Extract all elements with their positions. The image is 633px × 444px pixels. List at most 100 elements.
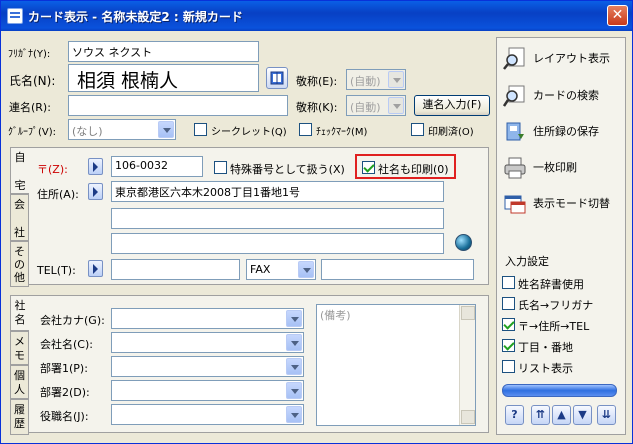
tab-company-name-char1: 社 — [14, 299, 26, 312]
tab-history-char2: 歴 — [14, 417, 25, 430]
tab-history[interactable]: 履歴 — [10, 399, 29, 435]
chevron-down-icon[interactable] — [286, 382, 302, 399]
special-number-label[interactable]: 特殊番号として扱う(X) — [230, 161, 345, 177]
honorific2-select[interactable]: (自動) — [346, 95, 406, 116]
postal-input[interactable]: 106-0032 — [111, 156, 203, 177]
last-card-button[interactable]: ⇊ — [597, 405, 616, 425]
option-chome-label[interactable]: 丁目・番地 — [518, 339, 573, 355]
address-book-icon[interactable] — [266, 67, 288, 89]
job-title-label: 役職名(J): — [40, 410, 89, 423]
chevron-down-icon[interactable] — [286, 310, 302, 327]
address-arrow-button[interactable] — [88, 183, 103, 200]
tel-arrow-button[interactable] — [88, 260, 103, 277]
job-title-select[interactable] — [111, 404, 304, 425]
last-icon: ⇊ — [601, 408, 612, 421]
dept2-label: 部署2(D): — [40, 386, 90, 399]
tel-label: TEL(T): — [37, 264, 76, 277]
renmei-input-button[interactable]: 連名入力(F) — [414, 95, 490, 116]
tab-other-char3: 他 — [14, 271, 25, 284]
chevron-down-icon[interactable] — [158, 121, 174, 138]
tab-memo[interactable]: メモ — [10, 331, 29, 365]
first-icon: ⇈ — [535, 408, 546, 421]
card-search-label: カードの検索 — [533, 89, 599, 102]
print-company-label[interactable]: 社名も印刷(0) — [378, 161, 449, 177]
renmei-label: 連名(R): — [9, 101, 51, 114]
special-number-checkbox[interactable] — [214, 161, 227, 174]
option-name-kana-label[interactable]: 氏名→フリガナ — [518, 297, 593, 313]
close-button[interactable]: ✕ — [607, 5, 628, 26]
chevron-down-icon[interactable] — [286, 358, 302, 375]
tab-home[interactable]: 自宅 — [10, 147, 29, 194]
tab-home-char2: 宅 — [14, 179, 26, 192]
option-chome-checkbox[interactable] — [502, 339, 515, 352]
option-name-dict-label[interactable]: 姓名辞書使用 — [518, 276, 584, 292]
option-postal-address-label[interactable]: 〒→住所→TEL — [518, 318, 589, 334]
chevron-down-icon[interactable] — [286, 334, 302, 351]
fax-type-select[interactable]: FAX — [246, 259, 316, 280]
honorific1-select[interactable]: (自動) — [346, 69, 406, 90]
company-name-label: 会社名(C): — [40, 338, 93, 351]
tab-home-char1: 自 — [14, 151, 26, 164]
company-kana-select[interactable] — [111, 308, 304, 329]
print-company-checkbox[interactable] — [362, 161, 375, 174]
globe-map-icon[interactable] — [455, 234, 472, 251]
single-print-label: 一枚印刷 — [533, 161, 577, 174]
renmei-input[interactable] — [68, 95, 288, 116]
fax-input[interactable] — [321, 259, 474, 280]
dept1-select[interactable] — [111, 356, 304, 377]
tab-company[interactable]: 会社 — [10, 194, 29, 241]
up-icon: ▲ — [557, 408, 566, 421]
honorific1-value: (自動) — [350, 75, 381, 88]
name-input[interactable]: 相須 根楠人 — [68, 64, 259, 92]
address-line1-input[interactable]: 東京都港区六本木2008丁目1番地1号 — [111, 181, 444, 202]
help-icon: ? — [511, 408, 518, 421]
option-list-view-label[interactable]: リスト表示 — [518, 360, 573, 376]
memo-textarea[interactable]: (備考) — [316, 304, 476, 426]
checkmark-label[interactable]: ﾁｪｯｸﾏｰｸ(M) — [316, 123, 367, 138]
chevron-down-icon[interactable] — [388, 71, 404, 88]
tab-personal-char1: 個 — [14, 369, 25, 382]
down-icon: ▼ — [578, 408, 587, 421]
chevron-down-icon[interactable] — [286, 406, 302, 423]
tab-company-char1: 会 — [14, 198, 25, 211]
option-list-view-checkbox[interactable] — [502, 360, 515, 373]
address-line2-input[interactable] — [111, 208, 444, 229]
option-name-dict-checkbox[interactable] — [502, 276, 515, 289]
secret-label[interactable]: シークレット(Q) — [211, 123, 287, 138]
save-book-icon — [506, 122, 524, 141]
progress-bar — [502, 384, 617, 397]
first-card-button[interactable]: ⇈ — [531, 405, 550, 425]
title-bar[interactable]: カード表示 - 名称未設定2 : 新規カード ✕ — [1, 1, 632, 31]
scroll-down-icon[interactable] — [461, 410, 475, 424]
furigana-label: ﾌﾘｶﾞﾅ(Y): — [8, 49, 51, 60]
option-postal-address-checkbox[interactable] — [502, 318, 515, 331]
company-name-select[interactable] — [111, 332, 304, 353]
tel-input[interactable] — [111, 259, 240, 280]
display-mode-label: 表示モード切替 — [533, 197, 610, 210]
printed-label[interactable]: 印刷済(O) — [428, 123, 474, 138]
scroll-up-icon[interactable] — [461, 306, 475, 320]
secret-checkbox[interactable] — [194, 123, 207, 136]
checkmark-checkbox[interactable] — [299, 123, 312, 136]
furigana-input[interactable]: ソウス ネクスト — [68, 41, 259, 62]
tab-personal[interactable]: 個人 — [10, 365, 29, 399]
memo-scrollbar[interactable] — [459, 305, 475, 425]
group-select[interactable]: (なし) — [68, 119, 176, 140]
address-line3-input[interactable] — [111, 233, 444, 254]
postal-arrow-button[interactable] — [88, 158, 103, 175]
next-card-button[interactable]: ▼ — [573, 405, 592, 425]
card-window: カード表示 - 名称未設定2 : 新規カード ✕ ﾌﾘｶﾞﾅ(Y): ソウス ネ… — [0, 0, 633, 444]
group-value: (なし) — [72, 125, 103, 138]
chevron-down-icon[interactable] — [388, 97, 404, 114]
honorific1-label: 敬称(E): — [296, 75, 338, 88]
chevron-down-icon[interactable] — [298, 261, 314, 278]
tab-company-name[interactable]: 社名 — [10, 295, 29, 331]
prev-card-button[interactable]: ▲ — [552, 405, 571, 425]
dept2-select[interactable] — [111, 380, 304, 401]
help-button[interactable]: ? — [505, 405, 524, 425]
magnifier-icon — [503, 47, 525, 70]
tab-history-char1: 履 — [14, 403, 25, 416]
option-name-kana-checkbox[interactable] — [502, 297, 515, 310]
printed-checkbox[interactable] — [411, 123, 424, 136]
tab-other[interactable]: その他 — [10, 241, 29, 287]
